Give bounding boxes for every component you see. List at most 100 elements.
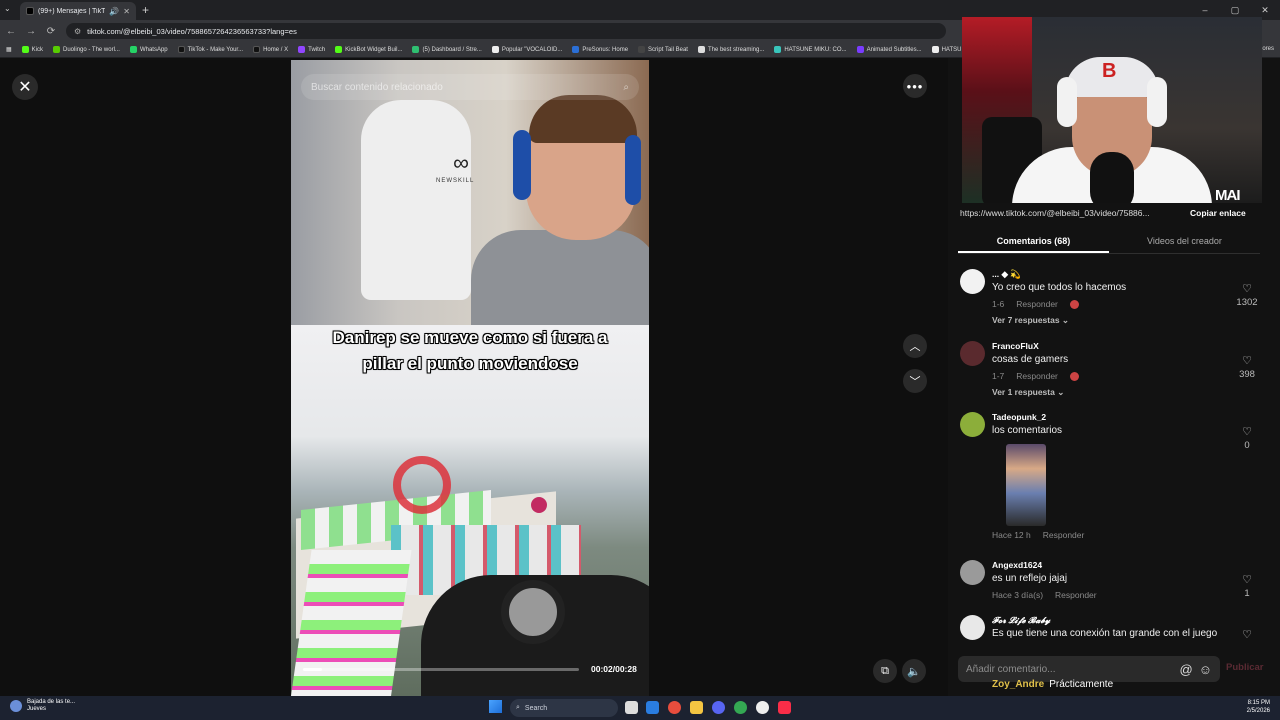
music-icon[interactable] (778, 701, 791, 714)
bookmark-item[interactable]: KickBot Widget Buil... (335, 46, 402, 53)
new-tab-button[interactable]: + (142, 3, 149, 17)
game-ramp (291, 550, 412, 696)
bookmarks-overflow[interactable]: ores (1262, 46, 1274, 52)
picture-in-picture-button[interactable]: ⧉ (873, 659, 897, 683)
comment-image[interactable] (1006, 444, 1046, 526)
bookmark-item[interactable]: Kick (21, 46, 43, 53)
tiktok-icon (26, 7, 34, 15)
address-bar[interactable]: ⚙ tiktok.com/@elbeibi_03/video/758865726… (66, 23, 946, 39)
avatar[interactable] (960, 269, 985, 294)
like-button[interactable]: ♡ 398 (1230, 355, 1264, 380)
video-player[interactable]: ∞ NEWSKILL Buscar contenido relacionado … (291, 60, 649, 696)
chair-brand: NEWSKILL (436, 178, 475, 184)
bookmark-favicon-icon (491, 46, 499, 53)
emoji-icon[interactable]: ☺ (1199, 662, 1212, 677)
browser-tab-tiktok[interactable]: (99+) Mensajes | TikTok 🔊 ✕ (20, 2, 136, 20)
checkpoint-ring (393, 456, 451, 514)
task-view-icon[interactable] (625, 701, 638, 714)
more-icon: ••• (906, 78, 924, 94)
streamer-body (471, 230, 649, 330)
chrome-active-icon[interactable] (734, 701, 747, 714)
like-button[interactable]: ♡ 0 (1230, 426, 1264, 451)
bookmark-favicon-icon (856, 46, 864, 53)
avatar[interactable] (960, 412, 985, 437)
chrome-icon[interactable] (668, 701, 681, 714)
volume-button[interactable]: 🔈 (902, 659, 926, 683)
tab-creator-videos[interactable]: Videos del creador (1109, 228, 1260, 253)
related-search-input[interactable]: Buscar contenido relacionado ⌕ (301, 74, 639, 100)
like-button[interactable]: ♡ 1 (1230, 574, 1264, 599)
tab-comments[interactable]: Comentarios (68) (958, 228, 1109, 253)
view-replies-button[interactable]: Ver 7 respuestas ⌄ (992, 315, 1222, 326)
back-icon[interactable]: ← (6, 26, 16, 37)
bookmark-item[interactable]: Home / X (253, 46, 288, 53)
file-explorer-icon[interactable] (690, 701, 703, 714)
tab-title: (99+) Mensajes | TikTok (38, 7, 106, 15)
more-options-button[interactable]: ••• (903, 74, 927, 98)
avatar[interactable] (960, 341, 985, 366)
system-clock[interactable]: 8:15 PM 2/5/2026 (1247, 699, 1270, 715)
heart-icon: ♡ (1242, 355, 1252, 367)
mention-icon[interactable]: @ (1180, 662, 1193, 677)
video-progress-fill (303, 668, 323, 671)
video-progress-bar[interactable] (303, 668, 579, 671)
comment-username[interactable]: Tadeopunk_2 (992, 412, 1222, 424)
reload-icon[interactable]: ⟳ (46, 26, 56, 37)
bookmark-item[interactable]: HATSUNE MIKU: CO... (774, 46, 847, 53)
bookmark-item[interactable]: (5) Dashboard / Stre... (412, 46, 482, 53)
share-url[interactable]: https://www.tiktok.com/@elbeibi_03/video… (960, 208, 1182, 218)
like-button[interactable]: ♡ 1302 (1230, 283, 1264, 308)
windows-start-icon[interactable] (489, 700, 502, 713)
forward-icon[interactable]: → (26, 26, 36, 37)
publish-button[interactable]: Publicar (1226, 662, 1264, 673)
tab-list-chevron-icon[interactable]: ⌄ (4, 4, 11, 13)
bookmark-item[interactable]: Script Tail Beat (638, 46, 688, 53)
edge-icon[interactable] (646, 701, 659, 714)
apps-icon[interactable]: ▦ (6, 46, 12, 53)
bookmark-item[interactable]: Duolingo - The worl... (53, 46, 120, 53)
bookmark-item[interactable]: Twitch (298, 46, 325, 53)
streamer-hair (529, 95, 637, 143)
heart-icon: ♡ (1242, 574, 1252, 586)
clock-date: 2/5/2026 (1246, 708, 1270, 714)
chat-username: Zoy_Andre (992, 679, 1045, 690)
site-info-icon[interactable]: ⚙ (74, 27, 81, 36)
headset-icon (513, 130, 531, 200)
comment-username[interactable]: FrancoFluX (992, 341, 1222, 353)
comment-username[interactable]: Angexd1624 (992, 560, 1222, 572)
bookmark-favicon-icon (638, 46, 646, 53)
video-timecode: 00:02/00:28 (591, 664, 637, 674)
avatar[interactable] (960, 560, 985, 585)
game-ball (531, 497, 547, 513)
copy-link-button[interactable]: Copiar enlace (1190, 208, 1246, 218)
previous-video-button[interactable]: ︿ (903, 334, 927, 358)
bookmark-item[interactable]: Animated Subtitles... (856, 46, 922, 53)
reply-button[interactable]: Responder (1016, 299, 1058, 309)
comment-username[interactable]: 𝓕𝓸𝓻 𝓛𝓲𝓯𝓮 𝓑𝓪𝓫𝔂 (992, 615, 1222, 627)
close-tab-icon[interactable]: ✕ (123, 7, 130, 16)
bookmark-item[interactable]: WhatsApp (129, 46, 168, 53)
reply-button[interactable]: Responder (1055, 590, 1097, 600)
view-replies-button[interactable]: Ver 1 respuesta ⌄ (992, 387, 1222, 398)
bookmark-item[interactable]: The best streaming... (697, 46, 764, 53)
comment-item: Angexd1624 es un reflejo jajaj Hace 3 dí… (958, 560, 1264, 604)
windows-taskbar (0, 696, 1280, 720)
avatar[interactable] (960, 615, 985, 640)
bookmark-item[interactable]: Popular "VOCALOID... (491, 46, 562, 53)
close-video-button[interactable]: ✕ (12, 74, 38, 100)
headset-icon (625, 135, 641, 205)
taskbar-search[interactable]: ⌕ Search (510, 699, 618, 717)
bookmark-item[interactable]: PreSonus: Home (572, 46, 628, 53)
like-button[interactable]: ♡ (1230, 629, 1264, 641)
comment-username[interactable]: ... ◆ 💫 (992, 269, 1222, 281)
chatgpt-icon[interactable] (756, 701, 769, 714)
next-video-button[interactable]: ﹀ (903, 369, 927, 393)
speaker-icon[interactable]: 🔊 (109, 7, 119, 16)
search-icon[interactable]: ⌕ (623, 82, 629, 93)
discord-icon[interactable] (712, 701, 725, 714)
reply-button[interactable]: Responder (1043, 530, 1085, 540)
reply-button[interactable]: Responder (1016, 371, 1058, 381)
weather-widget[interactable]: Bajada de las te... Jueves (10, 699, 75, 713)
bookmark-item[interactable]: TikTok - Make Your... (177, 46, 243, 53)
heart-icon: ♡ (1242, 426, 1252, 438)
